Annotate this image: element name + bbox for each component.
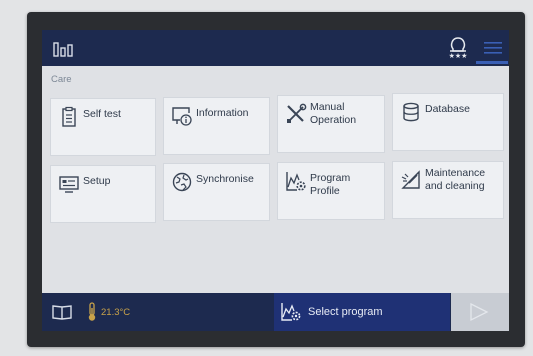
- svg-text:★★★: ★★★: [449, 52, 468, 60]
- manual-book-icon[interactable]: [52, 303, 72, 321]
- chamber-temperature: 21.3°C: [101, 307, 131, 318]
- section-title: Care: [51, 74, 72, 85]
- tile-label: Information: [196, 107, 249, 119]
- tile-label: Maintenance and cleaning: [425, 167, 486, 192]
- tile-information[interactable]: Information: [163, 97, 270, 155]
- select-program-label: Select program: [308, 306, 383, 318]
- select-program-button[interactable]: Select program: [274, 293, 450, 331]
- tile-program-profile[interactable]: Program Profile: [277, 162, 385, 220]
- globe-sync-icon: [171, 171, 193, 193]
- tile-label: Self test: [83, 108, 121, 120]
- thermometer-icon: [86, 302, 98, 322]
- monitor-info-icon: [171, 105, 193, 127]
- clipboard-checklist-icon: [58, 106, 80, 128]
- tile-manual-operation[interactable]: Manual Operation: [277, 95, 385, 153]
- bottom-bar: 21.3°C Select program: [42, 293, 509, 331]
- play-icon: [470, 302, 489, 322]
- database-icon: [400, 101, 422, 123]
- cleaning-brush-icon: [400, 169, 422, 191]
- tile-label: Setup: [83, 175, 111, 187]
- settings-panel-icon: [58, 173, 80, 195]
- start-button[interactable]: [451, 293, 509, 331]
- hamburger-menu-icon[interactable]: [482, 36, 504, 60]
- tile-label: Synchronise: [196, 173, 254, 185]
- program-chart-gear-icon: [280, 302, 302, 322]
- wrench-screwdriver-icon: [285, 103, 307, 125]
- top-bar: ★★★: [42, 30, 509, 66]
- bar-chart-icon[interactable]: [53, 40, 73, 57]
- tile-label: Manual Operation: [310, 101, 357, 126]
- program-chart-gear-icon: [285, 170, 307, 192]
- user-access-icon[interactable]: ★★★: [447, 36, 469, 60]
- tile-database[interactable]: Database: [392, 93, 504, 151]
- tile-label: Program Profile: [310, 172, 351, 197]
- tile-setup[interactable]: Setup: [50, 165, 156, 223]
- menu-active-indicator: [476, 61, 508, 64]
- touch-screen: ★★★ Care Self test Information Manual Op…: [42, 30, 509, 331]
- tile-label: Database: [425, 103, 470, 115]
- tile-self-test[interactable]: Self test: [50, 98, 156, 156]
- tile-synchronise[interactable]: Synchronise: [163, 163, 270, 221]
- tile-maintenance-cleaning[interactable]: Maintenance and cleaning: [392, 161, 504, 219]
